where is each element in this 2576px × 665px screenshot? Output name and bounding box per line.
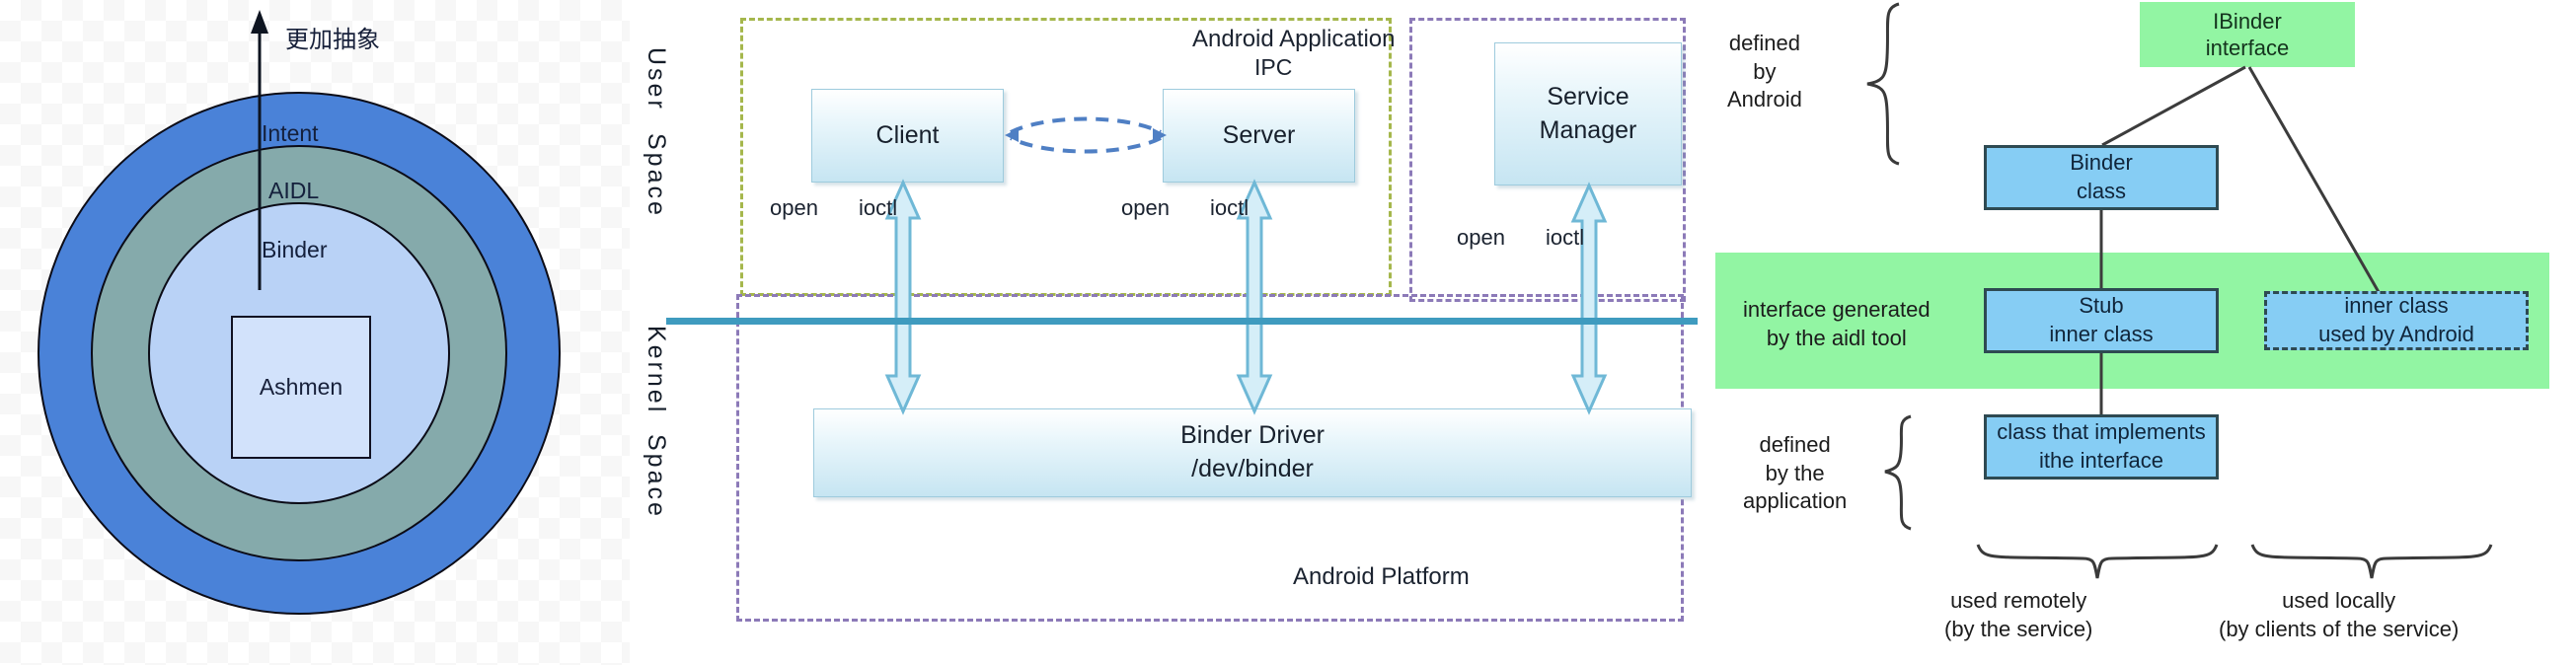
service-manager-label-1: Service [1547,82,1629,111]
binder-architecture-diagram: Android Application Android Platform Use… [630,0,1715,665]
used-locally-line2: (by clients of the service) [2219,616,2460,641]
stub-inner-class-box: Stub inner class [1984,288,2219,353]
ibinder-interface-box: IBinder interface [2140,2,2355,67]
android-platform-label: Android Platform [1293,563,1470,590]
defined-by-app-line3: application [1743,488,1848,514]
service-manager-box: Service Manager [1494,42,1682,185]
binder-driver-label-2: /dev/binder [1191,455,1314,482]
open-label-server: open [1121,195,1170,220]
ashmen-label: Ashmen [259,374,343,400]
aidl-generated-line1: interface generated [1743,297,1931,322]
open-label-client: open [770,195,818,220]
used-remotely-line2: (by the service) [1944,616,2093,641]
abstraction-layers-diagram: Ashmen 更加抽象 Intent AIDL Binder [0,0,630,665]
ioctl-label-client: ioctl [859,195,898,220]
binder-class-box: Binder class [1984,145,2219,210]
aidl-generated-label: interface generated by the aidl tool [1743,296,1931,352]
implementation-class-box: class that implements ithe interface [1984,414,2219,480]
kernel-space-label-line2: Space [643,434,670,519]
ibinder-label-2: interface [2205,36,2290,60]
brace-defined-by-application-icon [1884,414,1912,531]
impl-label-1: class that implements [1997,419,2206,445]
android-inner-class-box: inner class used by Android [2264,291,2529,350]
ipc-label: IPC [1254,54,1293,80]
ioctl-label-servicemanager: ioctl [1546,225,1585,250]
defined-by-app-line2: by the [1765,460,1825,485]
client-box: Client [811,89,1004,183]
client-label: Client [875,120,940,149]
stub-label-2: inner class [2049,322,2154,346]
user-kernel-boundary-line [666,318,1698,325]
abstraction-arrow-label: 更加抽象 [285,27,380,53]
server-label: Server [1222,120,1296,149]
stub-label-1: Stub [2079,293,2124,319]
inner-class-label-1: inner class [2344,293,2449,319]
open-label-servicemanager: open [1457,225,1505,250]
defined-by-android-label: defined by Android [1727,30,1802,114]
user-space-label-line2: Space [643,133,670,218]
ashmen-core-box: Ashmen [231,316,371,459]
defined-by-app-line1: defined [1759,432,1831,457]
used-remotely-line1: used remotely [1950,588,2087,613]
used-remotely-label: used remotely (by the service) [1944,587,2092,643]
user-space-label-line1: User [643,47,670,111]
binder-driver-label-1: Binder Driver [1180,421,1325,450]
binder-driver-box: Binder Driver /dev/binder [813,408,1692,497]
binder-class-label-2: class [2076,179,2127,203]
kernel-space-label-line1: Kernel [643,326,670,415]
ring-label-binder: Binder [262,237,328,262]
used-locally-line1: used locally [2282,588,2396,613]
inner-class-label-2: used by Android [2318,322,2474,346]
impl-label-2: ithe interface [2039,448,2163,473]
ioctl-label-server: ioctl [1210,195,1250,220]
defined-by-android-line3: Android [1727,87,1802,112]
used-locally-label: used locally (by clients of the service) [2219,587,2459,643]
brace-used-remotely-icon [1976,544,2219,579]
aidl-generated-line2: by the aidl tool [1766,325,1907,350]
binder-class-label-1: Binder [2070,150,2133,176]
ring-label-intent: Intent [262,120,319,146]
ibinder-label-1: IBinder [2213,8,2282,34]
aidl-class-diagram: IBinder interface Binder class Stub inne… [1715,0,2576,665]
service-manager-label-2: Manager [1539,115,1637,144]
defined-by-application-label: defined by the application [1743,431,1847,516]
ring-label-aidl: AIDL [268,178,320,203]
brace-used-locally-icon [2250,544,2493,579]
defined-by-android-line2: by [1753,58,1777,84]
android-application-label: Android Application [1192,26,1396,52]
defined-by-android-line1: defined [1728,31,1801,55]
diagram-stage: Ashmen 更加抽象 Intent AIDL Binder Android A… [0,0,2576,665]
brace-defined-by-android-icon [1866,2,1900,166]
server-box: Server [1163,89,1355,183]
